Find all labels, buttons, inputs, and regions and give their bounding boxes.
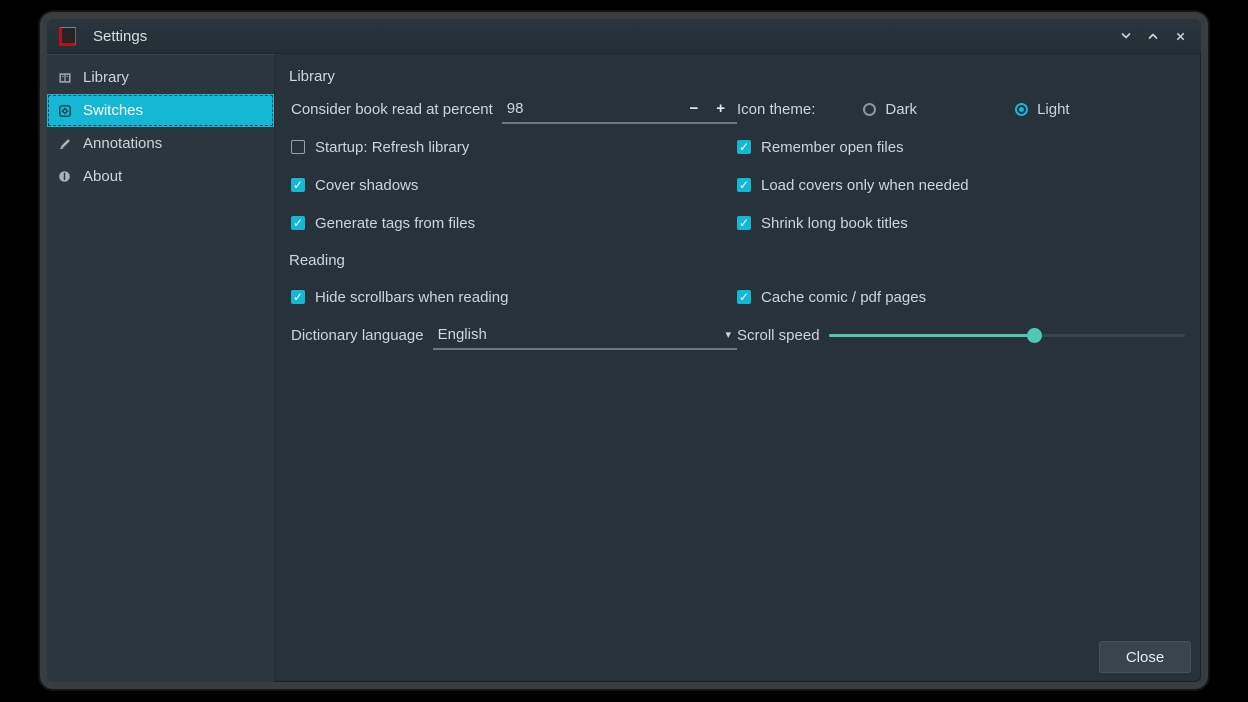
- pen-icon: [57, 136, 72, 151]
- row-checkboxes-4: Hide scrollbars when reading Cache comic…: [287, 278, 1191, 316]
- checkbox-cache-pages[interactable]: [737, 290, 751, 304]
- section-header-reading: Reading: [287, 242, 1191, 278]
- close-window-button[interactable]: [1173, 29, 1187, 43]
- checkbox-label[interactable]: Load covers only when needed: [761, 177, 969, 194]
- checkbox-label[interactable]: Hide scrollbars when reading: [315, 289, 508, 306]
- checkbox-label[interactable]: Startup: Refresh library: [315, 139, 469, 156]
- titlebar: Settings: [47, 19, 1201, 54]
- radio-dark-label[interactable]: Dark: [885, 101, 917, 118]
- sidebar-item-library[interactable]: Library: [47, 61, 274, 94]
- row-checkboxes-2: Cover shadows Load covers only when need…: [287, 166, 1191, 204]
- info-icon: [57, 169, 72, 184]
- maximize-button[interactable]: [1146, 29, 1160, 43]
- read-percent-value[interactable]: 98: [507, 100, 681, 117]
- decrement-button[interactable]: −: [680, 100, 707, 117]
- row-dictionary-scroll: Dictionary language English ▾ Scroll spe…: [287, 316, 1191, 354]
- sidebar-item-label: About: [83, 168, 122, 185]
- row-read-percent-icon-theme: Consider book read at percent 98 − + Ico…: [287, 90, 1191, 128]
- checkbox-label[interactable]: Cache comic / pdf pages: [761, 289, 926, 306]
- checkbox-label[interactable]: Remember open files: [761, 139, 904, 156]
- minimize-button[interactable]: [1119, 29, 1133, 43]
- checkbox-startup-refresh[interactable]: [291, 140, 305, 154]
- radio-dark[interactable]: [863, 103, 876, 116]
- dictionary-language-label: Dictionary language: [291, 327, 424, 344]
- section-header-library: Library: [287, 62, 1191, 90]
- window-title: Settings: [93, 28, 147, 45]
- scroll-speed-slider[interactable]: [829, 327, 1185, 343]
- read-percent-spinbox[interactable]: 98 − +: [502, 94, 737, 124]
- checkbox-hide-scrollbars[interactable]: [291, 290, 305, 304]
- sidebar-item-label: Library: [83, 69, 129, 86]
- settings-content: Library Consider book read at percent 98…: [275, 54, 1201, 682]
- book-icon: [57, 70, 72, 85]
- close-icon: [1175, 31, 1186, 42]
- window-body: Library Switches Annotations About: [47, 54, 1201, 682]
- window-controls: [1119, 29, 1187, 43]
- dictionary-language-select[interactable]: English ▾: [433, 320, 737, 350]
- radio-light-label[interactable]: Light: [1037, 101, 1070, 118]
- checkbox-cover-shadows[interactable]: [291, 178, 305, 192]
- chevron-down-icon: [1120, 30, 1132, 42]
- checkbox-label[interactable]: Cover shadows: [315, 177, 418, 194]
- settings-window: Settings Library: [40, 12, 1208, 689]
- checkbox-shrink-titles[interactable]: [737, 216, 751, 230]
- sidebar-item-label: Annotations: [83, 135, 162, 152]
- sidebar-item-switches[interactable]: Switches: [47, 94, 274, 127]
- sidebar-item-label: Switches: [83, 102, 143, 119]
- checkbox-label[interactable]: Shrink long book titles: [761, 215, 908, 232]
- checkbox-remember-open-files[interactable]: [737, 140, 751, 154]
- scroll-speed-label: Scroll speed: [737, 327, 820, 344]
- icon-theme-label: Icon theme:: [737, 101, 815, 118]
- sidebar: Library Switches Annotations About: [47, 54, 275, 682]
- slider-handle[interactable]: [1027, 328, 1042, 343]
- read-percent-label: Consider book read at percent: [291, 101, 493, 118]
- radio-light[interactable]: [1015, 103, 1028, 116]
- row-checkboxes-3: Generate tags from files Shrink long boo…: [287, 204, 1191, 242]
- app-book-icon: [59, 27, 76, 46]
- row-checkboxes-1: Startup: Refresh library Remember open f…: [287, 128, 1191, 166]
- chevron-up-icon: [1147, 30, 1159, 42]
- checkbox-load-covers[interactable]: [737, 178, 751, 192]
- sidebar-item-about[interactable]: About: [47, 160, 274, 193]
- slider-fill: [829, 334, 1036, 337]
- dropdown-arrow-icon: ▾: [725, 328, 731, 341]
- increment-button[interactable]: +: [707, 100, 734, 117]
- gear-icon: [57, 103, 72, 118]
- sidebar-item-annotations[interactable]: Annotations: [47, 127, 274, 160]
- checkbox-generate-tags[interactable]: [291, 216, 305, 230]
- close-button[interactable]: Close: [1099, 641, 1191, 673]
- dictionary-language-value: English: [438, 326, 726, 343]
- checkbox-label[interactable]: Generate tags from files: [315, 215, 475, 232]
